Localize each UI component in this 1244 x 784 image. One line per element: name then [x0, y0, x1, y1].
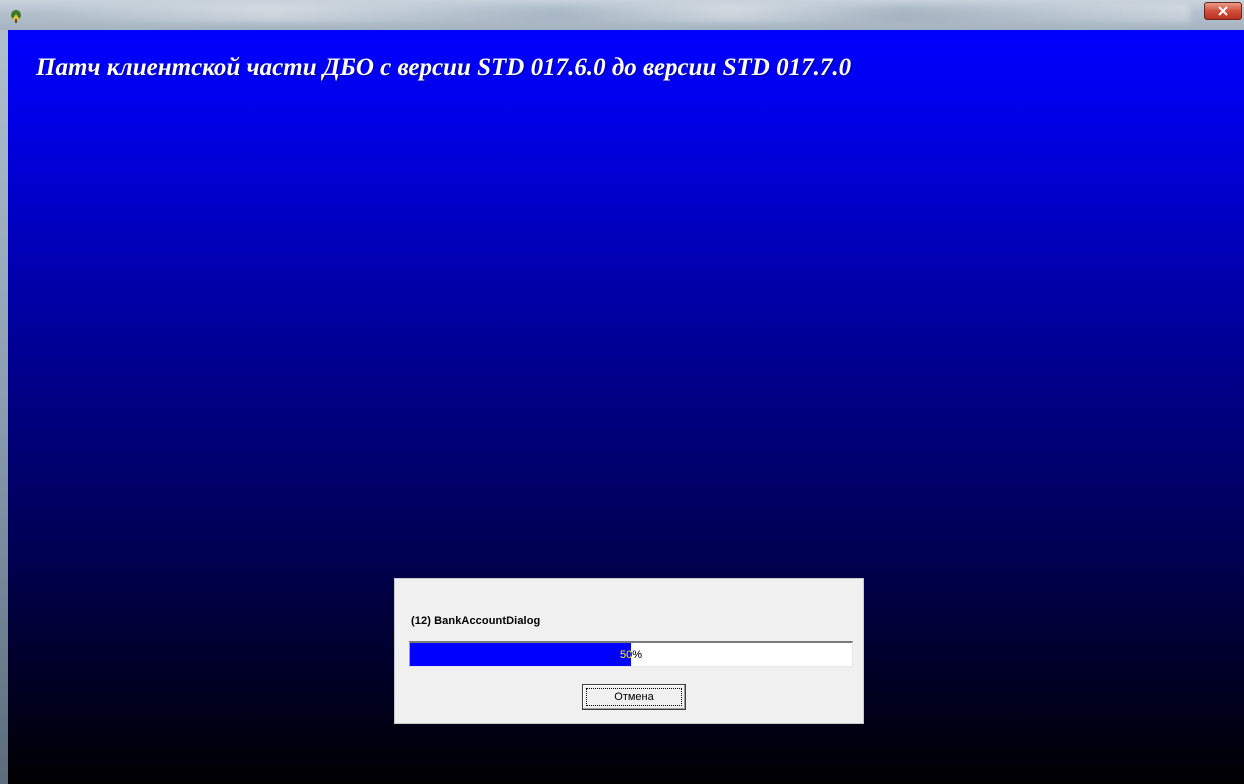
installer-screen: Патч клиентской части ДБО с версии STD 0…	[0, 0, 1244, 784]
progress-dialog: (12) BankAccountDialog 50% Отмена	[394, 578, 864, 724]
cancel-button[interactable]: Отмена	[582, 684, 686, 710]
current-step-label: (12) BankAccountDialog	[411, 615, 541, 627]
window-left-border	[0, 30, 8, 784]
window-titlebar	[0, 0, 1244, 30]
close-icon	[1218, 6, 1228, 16]
window-close-button[interactable]	[1204, 2, 1242, 20]
installer-title: Патч клиентской части ДБО с версии STD 0…	[36, 54, 852, 81]
progress-percent-label: 50%	[619, 649, 643, 661]
setup-app-icon	[11, 10, 21, 23]
progress-bar: 50%	[409, 641, 853, 667]
